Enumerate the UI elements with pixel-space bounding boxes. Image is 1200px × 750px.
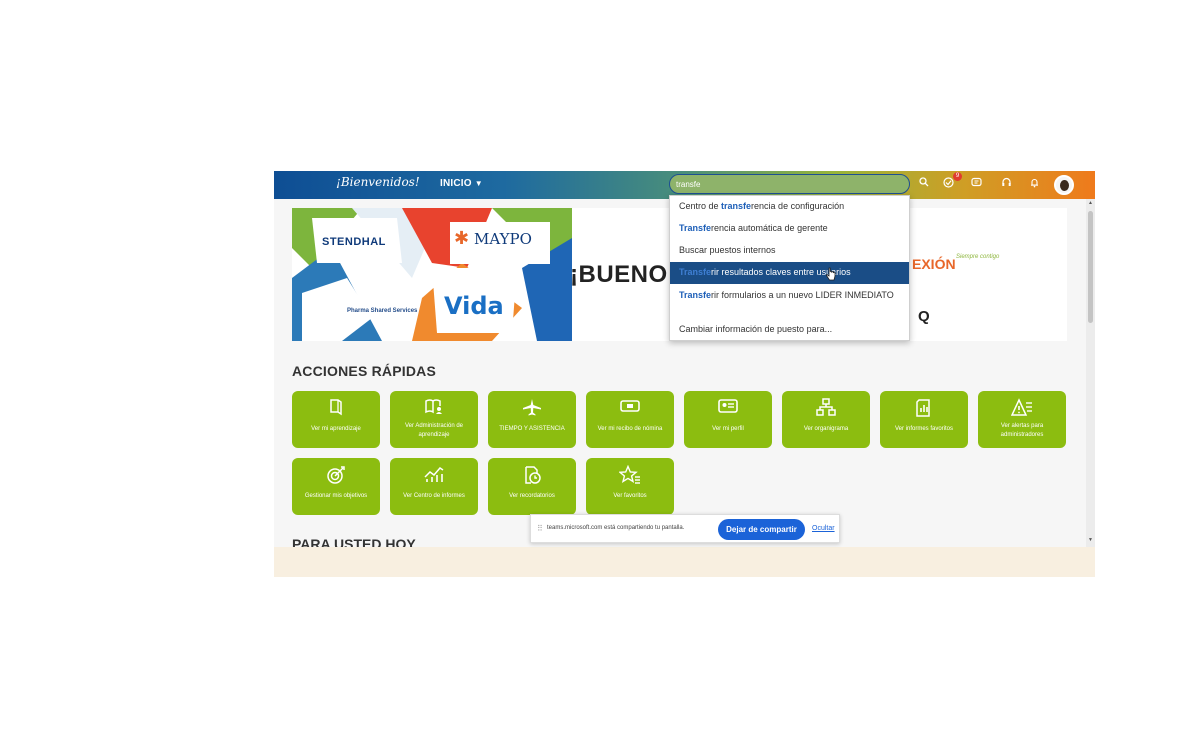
tile-label: Ver mi recibo de nómina (597, 426, 663, 432)
reminder-icon (488, 465, 576, 489)
tile-label: Ver Administración de aprendizaje (404, 423, 464, 438)
id-card-icon (684, 398, 772, 418)
headset-icon[interactable] (998, 177, 1014, 193)
bottom-strip (274, 547, 1095, 577)
user-avatar[interactable] (1054, 175, 1074, 195)
tile-label: Ver favoritos (613, 493, 647, 499)
tile-label: Gestionar mis objetivos (304, 493, 368, 499)
app-window: ¡Bienvenidos! INICIO▼ 9 (274, 171, 1095, 577)
search-result-item[interactable]: Transferencia automática de gerente (670, 223, 909, 234)
conexion-logo: EXIÓN (912, 256, 956, 272)
target-icon (292, 465, 380, 489)
stendhal-logo: STENDHAL (322, 236, 386, 248)
tile-label: Ver alertas para administradores (1000, 423, 1044, 438)
star-icon (586, 464, 674, 489)
screen-share-bar: ⠿ teams.microsoft.com está compartiendo … (530, 514, 840, 543)
tile-alertas-admin[interactable]: Ver alertas para administradores (978, 391, 1066, 448)
chevron-down-icon: ▼ (474, 179, 483, 188)
tile-label: Ver mi aprendizaje (311, 426, 361, 432)
vida-logo: Vida (444, 292, 504, 320)
inicio-label: INICIO (440, 178, 472, 189)
quick-actions-title: ACCIONES RÁPIDAS (292, 363, 436, 379)
tile-favoritos[interactable]: Ver favoritos (586, 458, 674, 515)
search-icon[interactable] (916, 177, 932, 193)
hide-link[interactable]: Ocultar (812, 525, 835, 532)
search-result-item-selected[interactable]: Transferir resultados claves entre usuar… (670, 262, 909, 284)
tile-admin-aprendizaje[interactable]: Ver Administración de aprendizaje (390, 391, 478, 448)
tile-informes-favoritos[interactable]: Ver informes favoritos (880, 391, 968, 448)
book-icon (292, 398, 380, 420)
bell-icon[interactable] (1026, 177, 1042, 193)
search-input[interactable] (676, 177, 901, 191)
airplane-icon (488, 398, 576, 420)
tile-organigrama[interactable]: Ver organigrama (782, 391, 870, 448)
tile-label: Ver Centro de informes (403, 493, 465, 499)
alert-icon (978, 398, 1066, 422)
stop-sharing-button[interactable]: Dejar de compartir (718, 519, 805, 540)
maypo-text: MAYPO (474, 230, 532, 248)
tile-recibo-nomina[interactable]: Ver mi recibo de nómina (586, 391, 674, 448)
book-admin-icon (390, 398, 478, 420)
chat-icon[interactable] (968, 177, 984, 193)
notification-badge: 9 (953, 172, 962, 181)
chart-icon (390, 465, 478, 487)
banner-letter: Q (918, 308, 930, 325)
brand-logo[interactable]: ¡Bienvenidos! (336, 175, 420, 189)
tile-label: Ver mi perfil (712, 426, 744, 432)
page-scrollbar[interactable]: ▲ ▼ (1086, 199, 1095, 547)
mouse-cursor-icon (826, 267, 836, 281)
search-results-dropdown: Centro de transferencia de configuración… (669, 195, 910, 341)
tile-mis-objetivos[interactable]: Gestionar mis objetivos (292, 458, 380, 515)
tile-centro-informes[interactable]: Ver Centro de informes (390, 458, 478, 515)
share-message: teams.microsoft.com está compartiendo tu… (547, 525, 685, 531)
tile-label: Ver recordatorios (509, 493, 555, 499)
scroll-down-icon[interactable]: ▼ (1087, 537, 1094, 543)
maypo-logo: ✱ MAYPO (450, 222, 550, 264)
pharma-logo: Pharma Shared Services (347, 308, 418, 314)
search-result-item[interactable]: Buscar puestos internos (670, 245, 909, 256)
banner-welcome-text: ¡BUENO (570, 261, 668, 288)
brands-collage: STENDHAL ✱ MAYPO Vida Pharma Shared Serv… (292, 208, 572, 341)
scroll-up-icon[interactable]: ▲ (1087, 200, 1094, 206)
tile-mi-perfil[interactable]: Ver mi perfil (684, 391, 772, 448)
search-box[interactable] (669, 174, 910, 194)
report-icon (880, 398, 968, 422)
maypo-star-icon: ✱ (454, 228, 470, 248)
money-icon (586, 398, 674, 418)
scroll-thumb[interactable] (1088, 211, 1093, 323)
search-result-item[interactable]: Cambiar información de puesto para... (670, 324, 909, 335)
tile-label: Ver informes favoritos (894, 426, 954, 432)
tile-label: TIEMPO Y ASISTENCIA (499, 426, 565, 432)
tile-recordatorios[interactable]: Ver recordatorios (488, 458, 576, 515)
conexion-tagline: Siempre contigo (956, 254, 1000, 260)
tile-label: Ver organigrama (803, 426, 849, 432)
inicio-menu[interactable]: INICIO ▼ (440, 178, 483, 189)
search-result-item[interactable]: Centro de transferencia de configuración (670, 201, 909, 212)
org-chart-icon (782, 398, 870, 420)
tile-tiempo-asistencia[interactable]: TIEMPO Y ASISTENCIA (488, 391, 576, 448)
search-result-item[interactable]: Transferir formularios a un nuevo LIDER … (670, 290, 909, 301)
tile-mi-aprendizaje[interactable]: Ver mi aprendizaje (292, 391, 380, 448)
drag-handle-icon[interactable]: ⠿ (537, 524, 543, 533)
